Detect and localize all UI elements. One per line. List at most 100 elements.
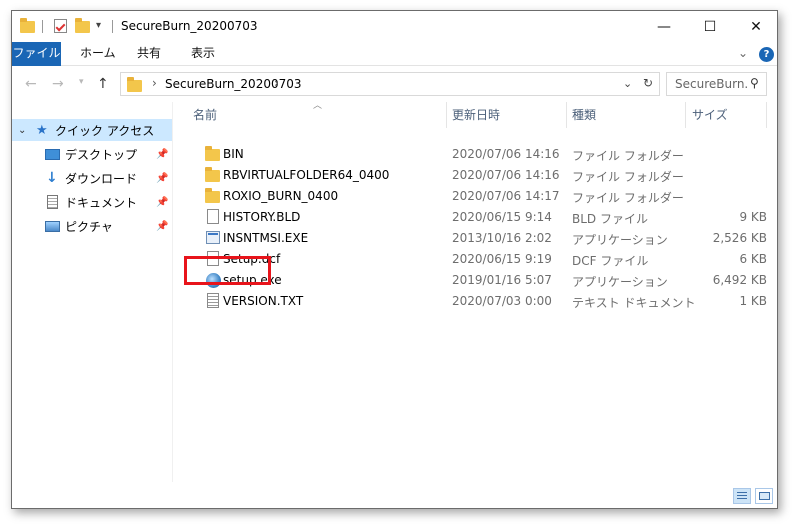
exe-icon [205,230,221,246]
window-title: SecureBurn_20200703 [121,19,258,33]
file-date: 2020/06/15 9:19 [452,252,552,266]
file-type: アプリケーション [572,275,668,289]
column-separator[interactable] [766,102,767,128]
file-date: 2020/07/06 14:17 [452,189,560,203]
column-header-date[interactable]: 更新日時 [452,102,500,128]
new-folder-icon[interactable] [75,18,91,34]
sidebar-item-quick-access[interactable]: ⌄ ★ クイック アクセス [12,119,172,141]
star-icon: ★ [36,122,48,138]
file-row[interactable]: VERSION.TXT 2020/07/03 0:00 テキスト ドキュメント … [193,291,767,312]
up-arrow-icon[interactable]: ↑ [97,76,109,92]
large-icons-view-button[interactable] [755,488,773,504]
tab-file[interactable]: ファイル [12,42,61,66]
setup-icon [205,272,221,288]
navigation-bar: ← → ▾ ↑ › SecureBurn_20200703 › ⌄ ↻ Secu… [12,66,777,102]
file-name: ROXIO_BURN_0400 [223,189,339,203]
file-type: テキスト ドキュメント [572,296,696,310]
title-bar: ▾ SecureBurn_20200703 — ☐ ✕ [12,11,777,42]
customize-toolbar-icon[interactable]: ▾ [96,20,112,36]
separator [112,20,113,33]
file-date: 2020/06/15 9:14 [452,210,552,224]
pin-icon[interactable]: 📌 [156,197,168,208]
file-name: BIN [223,147,244,161]
sidebar-item-label: デスクトップ [65,147,138,162]
sidebar-item-pictures[interactable]: ピクチャ 📌 [12,215,172,237]
navigation-pane: ⌄ ★ クイック アクセス デスクトップ 📌 ↓ ダウンロード 📌 ドキュメント… [12,102,172,482]
file-list: ︿ 名前 更新日時 種類 サイズ BIN 2020/07/06 14:16 ファ… [173,101,777,482]
file-size: 2,526 KB [712,231,767,245]
sidebar-item-label: クイック アクセス [55,123,155,138]
search-box[interactable]: SecureBurn... ⚲ [666,72,767,96]
download-icon: ↓ [46,170,58,186]
file-name: VERSION.TXT [223,294,304,308]
forward-arrow-icon[interactable]: → [52,76,64,92]
pin-icon[interactable]: 📌 [156,173,168,184]
file-row[interactable]: RBVIRTUALFOLDER64_0400 2020/07/06 14:16 … [193,165,753,186]
sidebar-item-downloads[interactable]: ↓ ダウンロード 📌 [12,167,172,189]
sidebar-item-desktop[interactable]: デスクトップ 📌 [12,143,172,165]
recent-locations-icon[interactable]: ▾ [79,77,84,87]
file-row[interactable]: INSNTMSI.EXE 2013/10/16 2:02 アプリケーション 2,… [193,228,767,249]
file-row[interactable]: setup.exe 2019/01/16 5:07 アプリケーション 6,492… [193,270,767,291]
file-type: ファイル フォルダー [572,170,684,184]
file-type: BLD ファイル [572,212,648,226]
address-history-dropdown-icon[interactable]: ⌄ [623,77,632,90]
file-size: 6,492 KB [712,273,767,287]
file-size: 9 KB [739,210,767,224]
explorer-window: ▾ SecureBurn_20200703 — ☐ ✕ ファイル ホーム 共有 … [11,10,778,509]
sidebar-item-documents[interactable]: ドキュメント 📌 [12,191,172,213]
refresh-icon[interactable]: ↻ [643,76,653,90]
file-row[interactable]: ROXIO_BURN_0400 2020/07/06 14:17 ファイル フォ… [193,186,753,207]
column-header-type[interactable]: 種類 [572,102,596,128]
properties-icon[interactable] [53,18,69,34]
sidebar-item-label: ダウンロード [65,171,138,186]
pin-icon[interactable]: 📌 [156,149,168,160]
desktop-icon [45,148,60,160]
tab-view[interactable]: 表示 [181,42,225,66]
search-icon[interactable]: ⚲ [750,76,759,90]
tab-share[interactable]: 共有 [127,42,171,66]
file-name: HISTORY.BLD [223,210,301,224]
file-name: setup.exe [223,273,282,287]
file-date: 2020/07/03 0:00 [452,294,552,308]
maximize-button[interactable]: ☐ [687,11,733,42]
separator [42,20,43,33]
file-icon [205,209,221,225]
file-date: 2020/07/06 14:16 [452,168,560,182]
file-date: 2020/07/06 14:16 [452,147,560,161]
column-header-name[interactable]: 名前 [193,102,217,128]
breadcrumb-path[interactable]: SecureBurn_20200703 [165,77,302,91]
folder-icon [20,18,36,34]
column-separator[interactable] [446,102,447,128]
back-arrow-icon[interactable]: ← [25,76,37,92]
status-bar [12,482,777,508]
column-separator[interactable] [685,102,686,128]
pin-icon[interactable]: 📌 [156,221,168,232]
sidebar-item-label: ピクチャ [65,219,113,234]
details-view-button[interactable] [733,488,751,504]
file-icon [205,251,221,267]
file-row[interactable]: Setup.dcf 2020/06/15 9:19 DCF ファイル 6 KB [193,249,767,270]
file-type: ファイル フォルダー [572,191,684,205]
ribbon-collapse-icon[interactable]: ⌄ [738,46,748,60]
folder-icon [127,77,143,92]
file-row[interactable]: BIN 2020/07/06 14:16 ファイル フォルダー [193,144,753,165]
sidebar-item-label: ドキュメント [65,195,138,210]
file-name: Setup.dcf [223,252,281,266]
tab-home[interactable]: ホーム [70,42,126,66]
close-button[interactable]: ✕ [733,11,777,42]
sort-ascending-icon: ︿ [313,101,323,111]
file-name: INSNTMSI.EXE [223,231,309,245]
file-row[interactable]: HISTORY.BLD 2020/06/15 9:14 BLD ファイル 9 K… [193,207,767,228]
minimize-button[interactable]: — [641,11,687,42]
address-bar[interactable]: › SecureBurn_20200703 › ⌄ ↻ [120,72,660,96]
ribbon: ファイル ホーム 共有 表示 ⌄ ? [12,42,777,66]
search-input[interactable]: SecureBurn... [675,77,749,91]
expand-chevron-icon[interactable]: ⌄ [18,125,26,136]
column-header-size[interactable]: サイズ [692,102,728,128]
breadcrumb-chevron-icon[interactable]: › [274,76,279,90]
column-separator[interactable] [566,102,567,128]
breadcrumb-chevron-icon[interactable]: › [152,76,157,90]
folder-icon [205,167,221,183]
help-icon[interactable]: ? [759,47,774,62]
